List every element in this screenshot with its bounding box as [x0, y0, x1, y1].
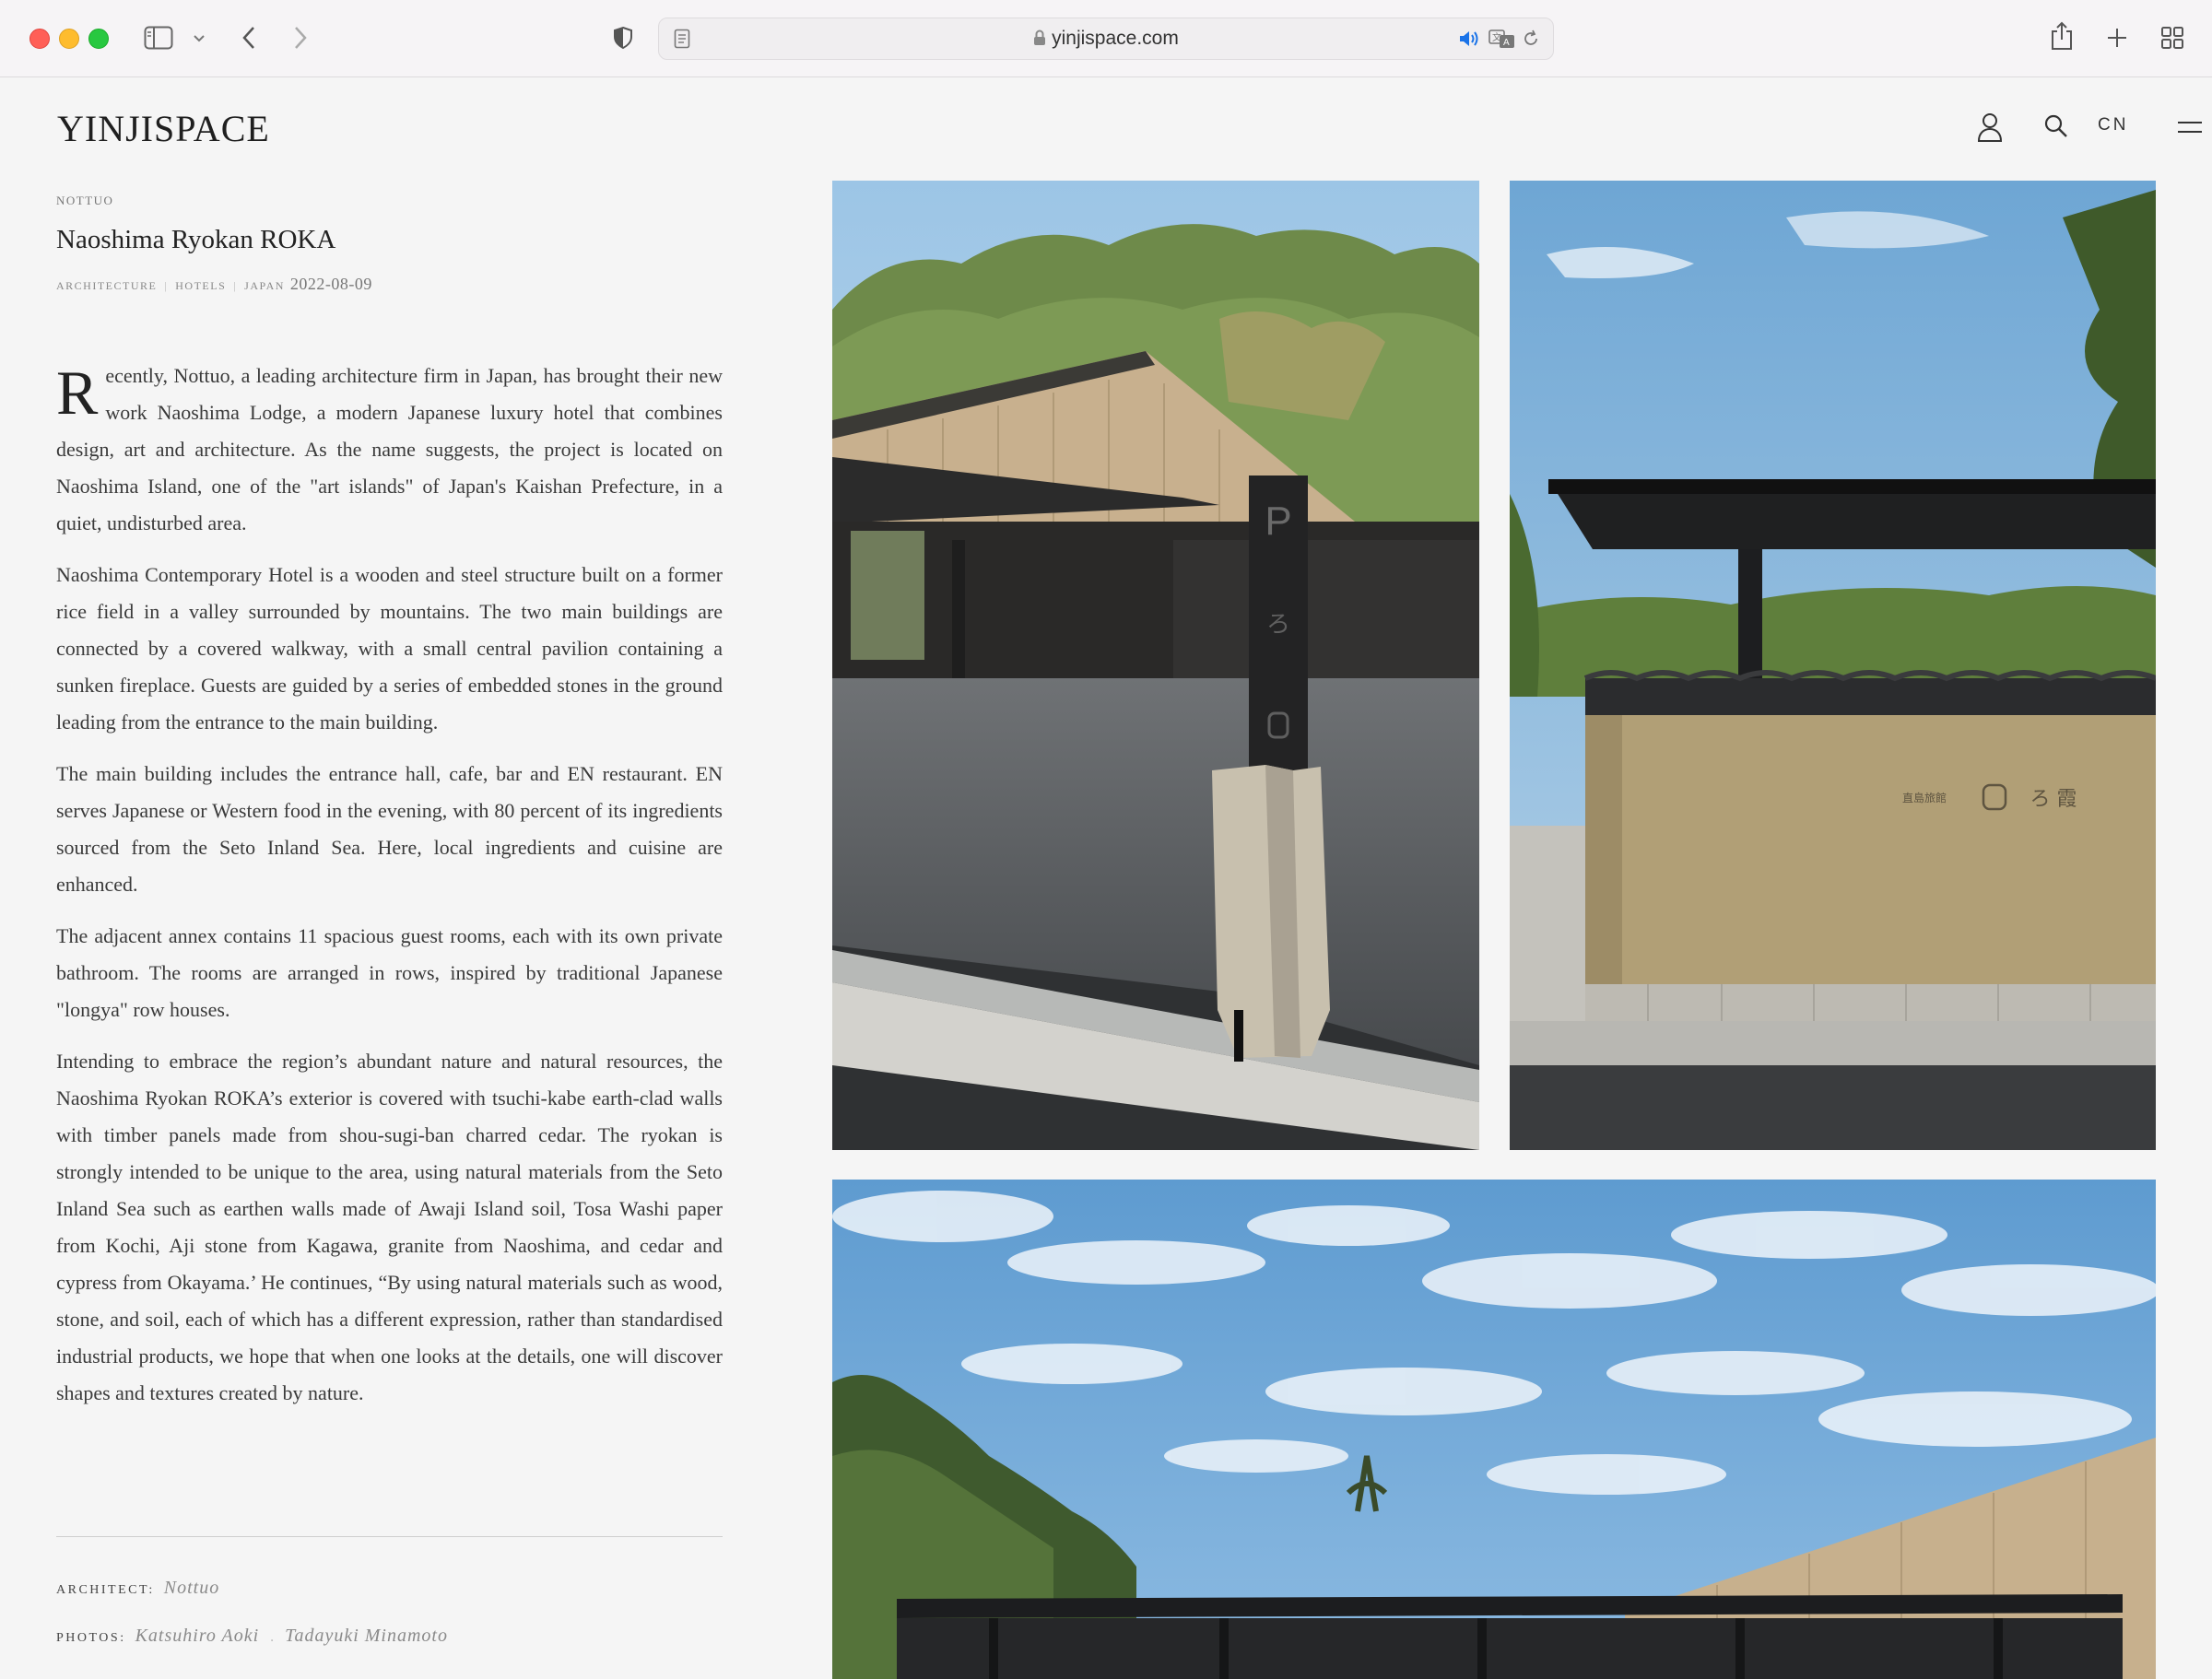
tag-japan[interactable]: JAPAN: [244, 279, 285, 293]
chevron-down-icon[interactable]: [190, 29, 208, 48]
publish-date: 2022-08-09: [289, 275, 372, 293]
photos-label: PHOTOS:: [56, 1631, 126, 1645]
paragraph-4: The adjacent annex contains 11 spacious …: [56, 924, 723, 1021]
site-logo[interactable]: YINJISPACE: [57, 107, 270, 150]
article-meta: ARCHITECTURE | HOTELS | JAPAN 2022-08-09: [56, 275, 372, 294]
url-label: yinjispace.com: [1052, 28, 1179, 49]
paragraph-2: Naoshima Contemporary Hotel is a wooden …: [56, 563, 723, 734]
architect-credit: ARCHITECT: Nottuo: [56, 1578, 219, 1599]
speaker-icon[interactable]: [1457, 28, 1481, 50]
sign-kana: ろ: [1266, 611, 1290, 639]
photographer-name[interactable]: Katsuhiro Aoki: [135, 1626, 260, 1647]
share-icon[interactable]: [2048, 20, 2076, 52]
article-eyebrow[interactable]: NOTTUO: [56, 194, 113, 208]
photos-credit: PHOTOS: Katsuhiro Aoki . Tadayuki Minamo…: [56, 1626, 448, 1647]
parking-sign-letter: P: [1265, 499, 1291, 544]
article-title: Naoshima Ryokan ROKA: [56, 225, 336, 254]
zoom-window-button[interactable]: [88, 29, 109, 49]
paragraph-1: Recently, Nottuo, a leading architecture…: [56, 358, 723, 542]
wall-sign-kana: ろ 霞: [2030, 788, 2077, 811]
credits-divider: [56, 1536, 723, 1537]
language-switch-cn[interactable]: CN: [2098, 115, 2128, 135]
photo-earthen-wall: 直島旅館 ろ 霞: [1510, 181, 2156, 1150]
sidebar-toggle-icon[interactable]: [142, 24, 175, 52]
tag-architecture[interactable]: ARCHITECTURE: [56, 279, 157, 293]
tag-hotels[interactable]: HOTELS: [175, 279, 226, 293]
architect-label: ARCHITECT:: [56, 1583, 155, 1597]
close-window-button[interactable]: [29, 29, 50, 49]
privacy-shield-icon[interactable]: [610, 25, 636, 51]
architect-name[interactable]: Nottuo: [164, 1578, 219, 1599]
lock-icon: [1033, 29, 1046, 52]
url-text: yinjispace.com: [659, 28, 1553, 52]
search-icon[interactable]: [2041, 111, 2072, 142]
svg-text:A: A: [1503, 38, 1510, 48]
photo-entrance-sign: P ろ: [832, 181, 1479, 1150]
address-bar[interactable]: yinjispace.com 文A: [658, 18, 1554, 60]
tag-separator: |: [233, 279, 238, 292]
paragraph-3: The main building includes the entrance …: [56, 762, 723, 896]
wall-sign-text: 直島旅館: [1902, 791, 1947, 804]
account-icon[interactable]: [1974, 111, 2006, 144]
credit-separator: .: [270, 1629, 275, 1645]
tab-overview-icon[interactable]: [2159, 24, 2186, 52]
reload-icon[interactable]: [1520, 28, 1542, 50]
drop-cap: R: [56, 358, 99, 428]
article-body: Recently, Nottuo, a leading architecture…: [56, 358, 723, 1427]
photographer-name[interactable]: Tadayuki Minamoto: [285, 1626, 448, 1647]
browser-toolbar: yinjispace.com 文A: [0, 0, 2212, 77]
forward-arrow-icon[interactable]: [288, 24, 313, 52]
paragraph-5: Intending to embrace the region’s abunda…: [56, 1050, 723, 1404]
photo-building-sky: [832, 1180, 2156, 1679]
new-tab-plus-icon[interactable]: [2103, 24, 2131, 52]
tag-separator: |: [164, 279, 169, 292]
menu-icon[interactable]: [2175, 116, 2205, 138]
back-arrow-icon[interactable]: [236, 24, 262, 52]
minimize-window-button[interactable]: [59, 29, 79, 49]
translate-icon[interactable]: 文A: [1488, 28, 1516, 50]
paragraph-text: ecently, Nottuo, a leading architecture …: [56, 364, 723, 534]
